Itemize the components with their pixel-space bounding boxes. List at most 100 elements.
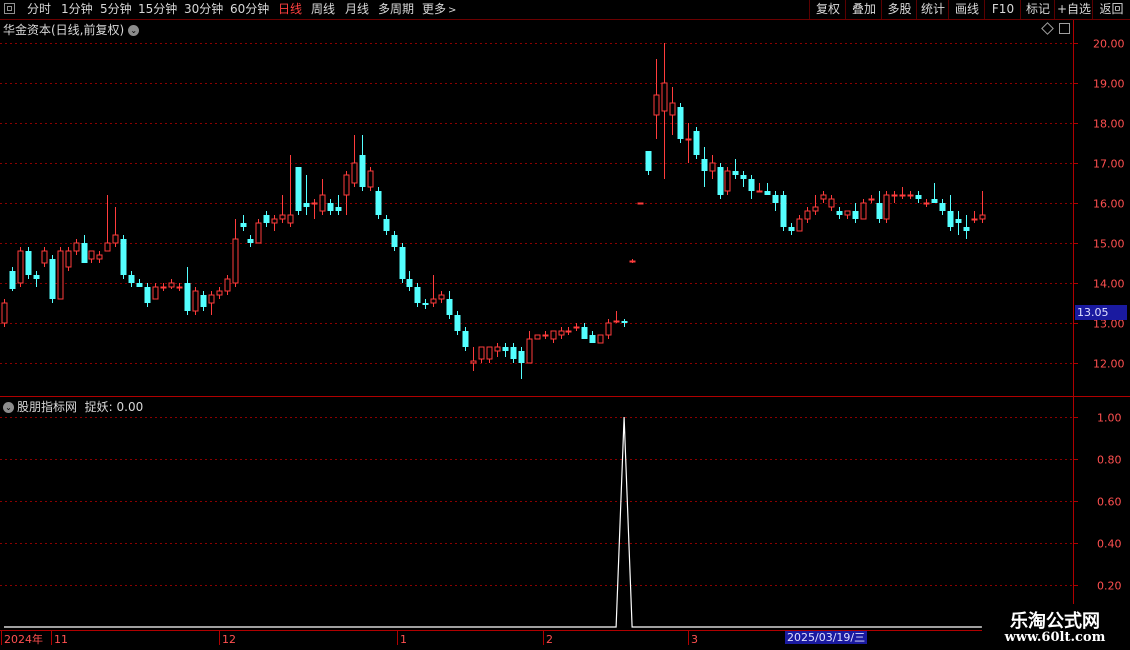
candle-body-down (740, 175, 747, 179)
candle-body-down (25, 251, 32, 275)
candle-body-up (526, 338, 533, 364)
price-tick-label: 15.00 (1093, 238, 1125, 251)
price-tick-label: 19.00 (1093, 78, 1125, 91)
indicator-tick-label: 0.60 (1097, 496, 1122, 509)
indicator-tick-label: 1.00 (1097, 412, 1122, 425)
candle-body-down (200, 295, 207, 307)
candle-body-up (208, 294, 215, 304)
candle-body-down (693, 131, 700, 155)
time-tick-label: 2 (546, 633, 553, 646)
price-tick-label: 14.00 (1093, 278, 1125, 291)
candle-body-down (788, 227, 795, 231)
watermark: 乐淘公式网 www.60lt.com (982, 604, 1128, 648)
candle-body-up (558, 330, 565, 336)
candle-body-up (534, 334, 541, 340)
current-price-tag: 13.05 (1075, 305, 1127, 320)
candle-body-up (550, 330, 557, 340)
candle-body-up (828, 198, 835, 208)
maximize-icon[interactable] (1059, 23, 1070, 34)
candle-body-down (748, 179, 755, 191)
candle-body-down (406, 279, 413, 287)
candle-body-up (96, 254, 103, 260)
candle-body-up (860, 202, 867, 220)
candle-body-down (764, 191, 771, 195)
candle-body-down (621, 321, 628, 323)
indicator-name: 股朋指标网 (17, 400, 78, 414)
kline-chart[interactable]: 20.0019.0018.0017.0016.0015.0014.0013.00… (0, 0, 1130, 650)
candle-body-up (724, 170, 731, 192)
candle-body-down (247, 239, 254, 243)
candle-body-up (279, 214, 286, 220)
candle-body-up (160, 286, 167, 289)
zhuoyao-line (4, 416, 982, 628)
candle-body-down (701, 159, 708, 171)
candle-body-down (645, 151, 652, 171)
candle-body-down (383, 219, 390, 231)
candle-body-up (271, 218, 278, 224)
candle-body-up (979, 214, 986, 220)
chevron-down-icon[interactable]: ⌄ (128, 25, 140, 36)
candle-body-up (343, 174, 350, 196)
candle-body-down (462, 331, 469, 347)
candle-body-up (232, 238, 239, 284)
candle-body-up (367, 170, 374, 188)
candle-body-up (438, 294, 445, 300)
candle-body-down (327, 203, 334, 211)
candle-body-down (391, 235, 398, 247)
candle-body-down (9, 271, 16, 289)
candle-body-down (359, 155, 366, 187)
grid-lines (0, 43, 1073, 586)
candle-body-up (351, 162, 358, 184)
candle-body-up (65, 250, 72, 268)
candle-body-up (756, 190, 763, 193)
candle-body-down (33, 275, 40, 279)
time-tick-label: 11 (54, 633, 68, 646)
candle-body-up (844, 210, 851, 216)
candle-body-up (319, 194, 326, 212)
chevron-down-icon[interactable]: ⌄ (3, 402, 14, 413)
stock-title: 华金资本(日线,前复权) (3, 23, 125, 37)
candle-body-down (295, 167, 302, 211)
candle-body-up (597, 334, 604, 344)
candle-body-up (542, 334, 549, 337)
candle-body-down (128, 275, 135, 283)
candle-body-down (510, 347, 517, 359)
candle-body-up (605, 322, 612, 336)
candle-body-up (168, 282, 175, 288)
time-tick-label: 2024年 (4, 632, 43, 646)
candle-body-down (81, 243, 88, 263)
candle-body-up (907, 194, 914, 197)
candle-body-down (49, 259, 56, 299)
candle-body-down (414, 287, 421, 303)
candle-body-down (717, 167, 724, 195)
candle-body-down (120, 239, 127, 275)
candle-body-up (812, 206, 819, 212)
candle-body-up (486, 346, 493, 360)
candle-body-up (804, 210, 811, 220)
candle-body-down (772, 195, 779, 203)
candle-body-down (931, 199, 938, 203)
candle-body-up (311, 202, 318, 205)
price-tick-label: 18.00 (1093, 118, 1125, 131)
candle-body-up (88, 250, 95, 260)
indicator-tick-label: 0.80 (1097, 454, 1122, 467)
candle-body-up (57, 250, 64, 300)
candle-body-up (565, 330, 572, 333)
indicator-tick-label: 0.20 (1097, 580, 1122, 593)
price-tick-label: 17.00 (1093, 158, 1125, 171)
indicator-value: 捉妖: 0.00 (84, 400, 144, 414)
candle-body-up (796, 218, 803, 232)
candle-body-up (216, 290, 223, 296)
candle-body-up (494, 346, 501, 352)
candle-body-down (955, 219, 962, 223)
candle-body-down (375, 191, 382, 215)
candle-body-up (112, 234, 119, 244)
price-tick-label: 20.00 (1093, 38, 1125, 51)
candle-body-up (685, 138, 692, 141)
candle-body-up (255, 222, 262, 244)
candle-body-up (669, 102, 676, 116)
candle-body-up (709, 162, 716, 172)
candle-body-up (1, 302, 8, 324)
candle-body-down (502, 347, 509, 351)
candle-body-up (287, 214, 294, 224)
